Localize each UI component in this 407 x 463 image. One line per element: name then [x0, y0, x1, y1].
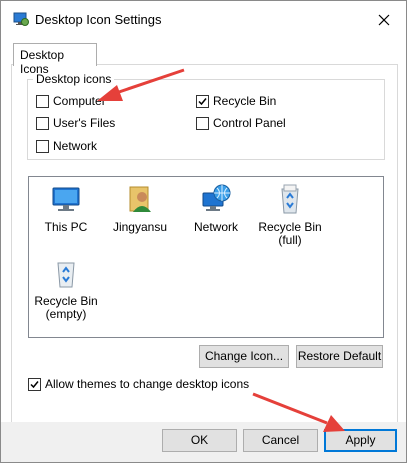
checkbox-box[interactable] [36, 139, 49, 153]
checkbox-label: User's Files [53, 116, 116, 130]
apply-button[interactable]: Apply [324, 429, 397, 452]
item-label: Network [193, 220, 238, 234]
checkbox-label: Computer [53, 94, 106, 108]
checkbox-box[interactable] [36, 94, 49, 108]
title-bar: Desktop Icon Settings [1, 1, 406, 39]
checkbox-recycle-bin[interactable]: Recycle Bin [196, 94, 276, 108]
item-label: Jingyansu [112, 220, 168, 234]
list-item-recycle-bin-full[interactable]: Recycle Bin (full) [255, 183, 325, 247]
desktop-icon-list: This PC Jingyansu Network Recycle Bin (f… [28, 176, 384, 338]
list-item-network[interactable]: Network [181, 183, 251, 234]
checkmark-icon [30, 380, 39, 388]
close-icon [378, 14, 390, 26]
checkbox-users-files[interactable]: User's Files [36, 116, 115, 130]
checkbox-label: Control Panel [213, 116, 286, 130]
ok-button[interactable]: OK [162, 429, 237, 452]
window-title: Desktop Icon Settings [35, 12, 162, 27]
list-item-user-folder[interactable]: Jingyansu [105, 183, 175, 234]
list-item-this-pc[interactable]: This PC [31, 183, 101, 234]
desktop-settings-icon [13, 12, 29, 26]
change-icon-button[interactable]: Change Icon... [199, 345, 289, 368]
computer-icon [52, 187, 80, 211]
desktop-icon-settings-dialog: Desktop Icon Settings Desktop Icons Desk… [0, 0, 407, 463]
tab-label: Desktop Icons [20, 48, 65, 76]
item-label: Recycle Bin (full) [258, 220, 322, 247]
item-label: This PC [44, 220, 88, 234]
checkbox-box[interactable] [28, 377, 41, 391]
checkbox-network[interactable]: Network [36, 139, 97, 153]
close-button[interactable] [370, 7, 398, 33]
checkbox-control-panel[interactable]: Control Panel [196, 116, 286, 130]
checkbox-box[interactable] [196, 116, 209, 130]
checkbox-label: Recycle Bin [213, 94, 277, 108]
recycle-bin-full-icon [281, 184, 299, 214]
cancel-button[interactable]: Cancel [243, 429, 318, 452]
user-folder-icon [129, 186, 151, 212]
recycle-bin-empty-icon [57, 262, 75, 288]
checkbox-box[interactable] [196, 94, 209, 108]
checkbox-box[interactable] [36, 116, 49, 130]
checkbox-label: Network [53, 139, 98, 153]
list-item-recycle-bin-empty[interactable]: Recycle Bin (empty) [31, 257, 101, 321]
checkbox-allow-themes[interactable]: Allow themes to change desktop icons [28, 377, 249, 391]
checkmark-icon [198, 97, 207, 105]
tab-desktop-icons[interactable]: Desktop Icons [13, 43, 97, 76]
item-label: Recycle Bin (empty) [34, 294, 98, 321]
checkbox-computer[interactable]: Computer [36, 94, 106, 108]
network-icon [202, 184, 231, 211]
checkbox-label: Allow themes to change desktop icons [45, 377, 250, 391]
restore-default-button[interactable]: Restore Default [296, 345, 383, 368]
